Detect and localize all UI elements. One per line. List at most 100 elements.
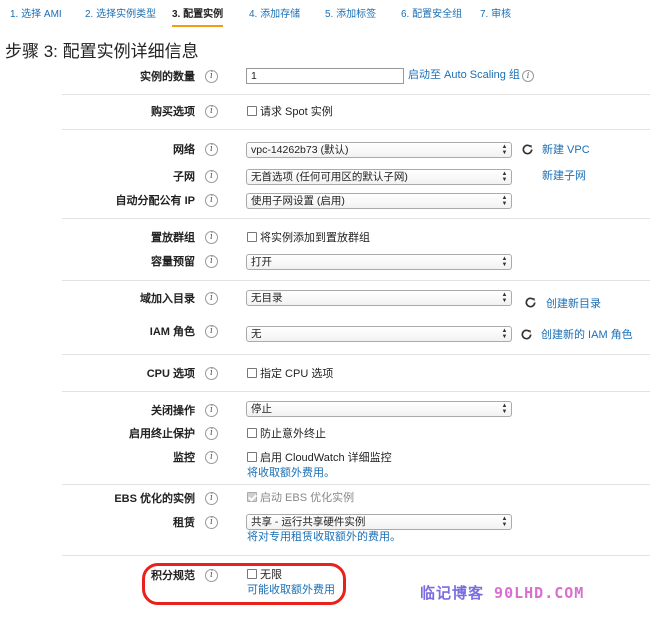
checkbox-box[interactable] xyxy=(247,232,257,242)
purchase-option-label: 购买选项 xyxy=(151,106,195,118)
launch-into-asg-link[interactable]: 启动至 Auto Scaling 组 xyxy=(408,68,520,83)
info-icon[interactable]: i xyxy=(205,231,218,244)
select-arrows-icon: ▲ ▼ xyxy=(501,328,508,340)
create-iam-role-link[interactable]: 创建新的 IAM 角色 xyxy=(541,328,633,343)
watermark-text: 临记博客 xyxy=(420,584,485,602)
tab-add-tags[interactable]: 5. 添加标签 xyxy=(325,7,376,27)
info-icon[interactable]: i xyxy=(205,194,218,207)
domain-value: 无目录 xyxy=(251,292,283,304)
refresh-icon[interactable] xyxy=(524,296,537,309)
termination-protection-label: 启用终止保护 xyxy=(129,428,195,440)
row-separator xyxy=(62,354,650,355)
select-arrows-icon: ▲ ▼ xyxy=(501,292,508,304)
subnet-select[interactable]: 无首选项 (任何可用区的默认子网) ▲ ▼ xyxy=(246,169,512,185)
instance-count-input[interactable]: 1 xyxy=(246,68,404,84)
spot-request-checkbox[interactable]: 请求 Spot 实例 xyxy=(247,105,333,119)
info-icon[interactable]: i xyxy=(205,255,218,268)
row-separator xyxy=(62,280,650,281)
shutdown-behavior-label: 关闭操作 xyxy=(151,405,195,417)
info-icon[interactable]: i xyxy=(205,404,218,417)
info-icon[interactable]: i xyxy=(205,170,218,183)
ebs-optimized-text: 启动 EBS 优化实例 xyxy=(260,492,355,504)
info-icon[interactable]: i xyxy=(205,325,218,338)
subnet-label: 子网 xyxy=(173,171,195,183)
subnet-value: 无首选项 (任何可用区的默认子网) xyxy=(251,171,408,183)
placement-group-checkbox[interactable]: 将实例添加到置放群组 xyxy=(247,231,370,245)
ebs-optimized-checkbox: 启动 EBS 优化实例 xyxy=(247,491,354,505)
monitoring-charge-note[interactable]: 将收取额外费用。 xyxy=(247,466,335,481)
checkbox-box[interactable] xyxy=(247,368,257,378)
tenancy-charge-note[interactable]: 将对专用租赁收取额外的费用。 xyxy=(247,530,401,545)
network-label: 网络 xyxy=(173,144,195,156)
tab-configure-security-group[interactable]: 6. 配置安全组 xyxy=(401,7,462,27)
cloudwatch-monitoring-text: 启用 CloudWatch 详细监控 xyxy=(260,452,392,464)
capacity-value: 打开 xyxy=(251,256,272,268)
monitoring-label: 监控 xyxy=(173,452,195,464)
network-select[interactable]: vpc-14262b73 (默认) ▲ ▼ xyxy=(246,142,512,158)
refresh-icon[interactable] xyxy=(521,143,534,156)
cpu-options-text: 指定 CPU 选项 xyxy=(260,368,334,380)
network-value: vpc-14262b73 (默认) xyxy=(251,144,349,156)
refresh-icon[interactable] xyxy=(520,328,533,341)
row-separator xyxy=(62,218,650,219)
tab-configure-instance[interactable]: 3. 配置实例 xyxy=(172,7,224,27)
red-highlight-outline xyxy=(142,563,346,605)
iam-role-label: IAM 角色 xyxy=(149,326,195,338)
instance-count-label: 实例的数量 xyxy=(140,71,195,83)
capacity-reservation-select[interactable]: 打开 ▲ ▼ xyxy=(246,254,512,270)
shutdown-behavior-select[interactable]: 停止 ▲ ▼ xyxy=(246,401,512,417)
create-vpc-link[interactable]: 新建 VPC xyxy=(542,143,590,158)
checkbox-box xyxy=(247,492,257,502)
cpu-options-label: CPU 选项 xyxy=(146,368,195,380)
select-arrows-icon: ▲ ▼ xyxy=(501,256,508,268)
row-separator xyxy=(62,129,650,130)
row-separator xyxy=(62,484,650,485)
checkbox-box[interactable] xyxy=(247,428,257,438)
info-icon[interactable]: i xyxy=(205,451,218,464)
capacity-reservation-label: 容量预留 xyxy=(151,256,195,268)
tab-add-storage[interactable]: 4. 添加存储 xyxy=(249,7,300,27)
wizard-steps: 1. 选择 AMI 2. 选择实例类型 3. 配置实例 4. 添加存储 5. 添… xyxy=(0,0,650,27)
domain-join-select[interactable]: 无目录 ▲ ▼ xyxy=(246,290,512,306)
tenancy-label: 租赁 xyxy=(173,517,195,529)
info-icon[interactable]: i xyxy=(205,143,218,156)
cpu-options-checkbox[interactable]: 指定 CPU 选项 xyxy=(247,367,333,381)
info-icon[interactable]: i xyxy=(205,427,218,440)
tenancy-select[interactable]: 共享 - 运行共享硬件实例 ▲ ▼ xyxy=(246,514,512,530)
spot-request-text: 请求 Spot 实例 xyxy=(260,106,333,118)
page-title: 步骤 3: 配置实例详细信息 xyxy=(5,42,199,61)
tab-choose-instance-type[interactable]: 2. 选择实例类型 xyxy=(85,7,156,27)
cloudwatch-monitoring-checkbox[interactable]: 启用 CloudWatch 详细监控 xyxy=(247,451,392,465)
iam-role-select[interactable]: 无 ▲ ▼ xyxy=(246,326,512,342)
select-arrows-icon: ▲ ▼ xyxy=(501,516,508,528)
tenancy-value: 共享 - 运行共享硬件实例 xyxy=(251,516,366,528)
row-separator xyxy=(62,555,650,556)
termination-protection-checkbox[interactable]: 防止意外终止 xyxy=(247,427,326,441)
row-separator xyxy=(62,94,650,95)
watermark: 临记博客 90LHD.COM xyxy=(420,582,584,603)
placement-group-text: 将实例添加到置放群组 xyxy=(260,232,370,244)
checkbox-box[interactable] xyxy=(247,106,257,116)
info-icon[interactable]: i xyxy=(205,105,218,118)
create-subnet-link[interactable]: 新建子网 xyxy=(542,169,586,184)
tab-choose-ami[interactable]: 1. 选择 AMI xyxy=(10,7,62,27)
info-icon[interactable]: i xyxy=(205,367,218,380)
shutdown-value: 停止 xyxy=(251,403,272,415)
public-ip-value: 使用子网设置 (启用) xyxy=(251,195,345,207)
select-arrows-icon: ▲ ▼ xyxy=(501,195,508,207)
info-icon[interactable]: i xyxy=(522,70,534,82)
domain-join-label: 域加入目录 xyxy=(140,293,195,305)
placement-group-label: 置放群组 xyxy=(151,232,195,244)
row-separator xyxy=(62,391,650,392)
public-ip-select[interactable]: 使用子网设置 (启用) ▲ ▼ xyxy=(246,193,512,209)
info-icon[interactable]: i xyxy=(205,492,218,505)
info-icon[interactable]: i xyxy=(205,70,218,83)
create-directory-link[interactable]: 创建新目录 xyxy=(546,297,601,312)
info-icon[interactable]: i xyxy=(205,292,218,305)
ebs-optimized-label: EBS 优化的实例 xyxy=(114,493,195,505)
termination-protection-text: 防止意外终止 xyxy=(260,428,326,440)
select-arrows-icon: ▲ ▼ xyxy=(501,403,508,415)
checkbox-box[interactable] xyxy=(247,452,257,462)
tab-review[interactable]: 7. 审核 xyxy=(480,7,511,27)
info-icon[interactable]: i xyxy=(205,516,218,529)
